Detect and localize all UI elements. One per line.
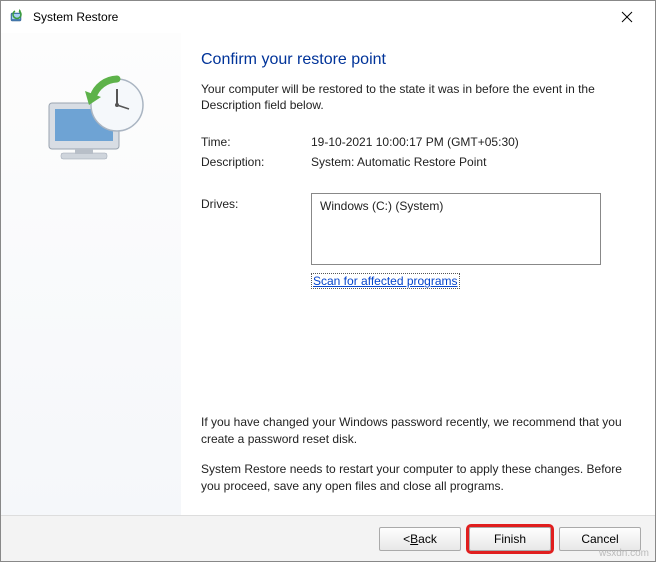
finish-button-label: Finish xyxy=(494,532,526,546)
close-icon xyxy=(621,11,633,23)
system-restore-window: System Restore xyxy=(0,0,656,562)
cancel-button-label: Cancel xyxy=(581,532,618,546)
page-heading: Confirm your restore point xyxy=(201,51,627,69)
window-title: System Restore xyxy=(33,10,607,24)
footer-button-bar: < Back Finish Cancel xyxy=(1,515,655,561)
spacer xyxy=(201,289,627,405)
time-row: Time: 19-10-2021 10:00:17 PM (GMT+05:30) xyxy=(201,135,627,149)
time-value: 19-10-2021 10:00:17 PM (GMT+05:30) xyxy=(311,135,627,149)
back-button-suffix: ack xyxy=(418,532,437,546)
restore-illustration-icon xyxy=(21,61,161,181)
back-button-accesskey: B xyxy=(410,532,418,546)
left-illustration-panel xyxy=(1,33,181,515)
back-button-prefix: < xyxy=(403,532,410,546)
scan-affected-programs-link[interactable]: Scan for affected programs xyxy=(311,273,460,289)
cancel-button[interactable]: Cancel xyxy=(559,527,641,551)
description-value: System: Automatic Restore Point xyxy=(311,155,627,169)
content-panel: Confirm your restore point Your computer… xyxy=(181,33,655,515)
description-label: Description: xyxy=(201,155,311,169)
drives-label: Drives: xyxy=(201,193,311,265)
password-note: If you have changed your Windows passwor… xyxy=(201,414,627,448)
titlebar: System Restore xyxy=(1,1,655,33)
intro-text: Your computer will be restored to the st… xyxy=(201,81,627,113)
time-label: Time: xyxy=(201,135,311,149)
restart-note: System Restore needs to restart your com… xyxy=(201,461,627,495)
dialog-body: Confirm your restore point Your computer… xyxy=(1,33,655,515)
system-restore-icon xyxy=(9,9,25,25)
drives-row: Drives: Windows (C:) (System) xyxy=(201,193,627,265)
description-row: Description: System: Automatic Restore P… xyxy=(201,155,627,169)
back-button[interactable]: < Back xyxy=(379,527,461,551)
drives-item[interactable]: Windows (C:) (System) xyxy=(320,199,592,213)
drives-listbox[interactable]: Windows (C:) (System) xyxy=(311,193,601,265)
finish-button[interactable]: Finish xyxy=(469,527,551,551)
scan-link-row: Scan for affected programs xyxy=(311,273,601,289)
close-button[interactable] xyxy=(607,3,647,31)
